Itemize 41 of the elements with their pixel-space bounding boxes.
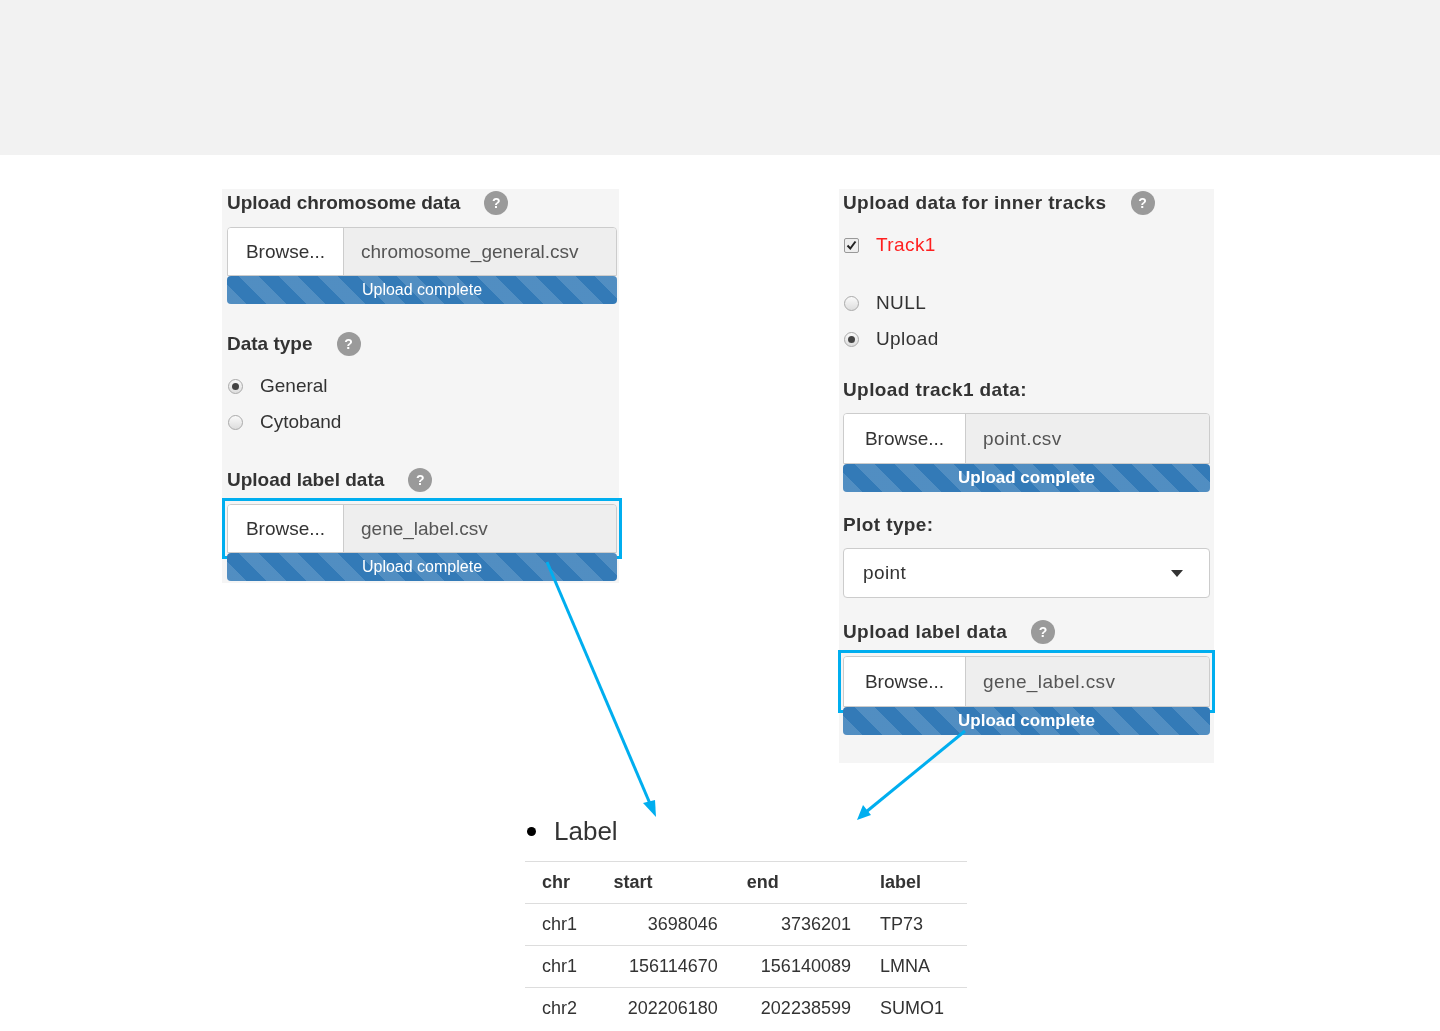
- column-header: label: [862, 861, 967, 904]
- column-header: start: [596, 861, 730, 904]
- table-cell: 3736201: [729, 903, 863, 946]
- radio-button[interactable]: [228, 414, 243, 430]
- option-label[interactable]: NULL: [876, 292, 927, 314]
- section-title: Upload label data: [227, 469, 385, 491]
- progress-fill: Upload complete: [227, 276, 617, 304]
- section-title: Upload data for inner tracks: [843, 192, 1107, 214]
- progress-fill: Upload complete: [843, 707, 1210, 735]
- column-header: chr: [525, 861, 597, 904]
- section-title: Upload chromosome data: [227, 192, 461, 214]
- radio-button[interactable]: [228, 378, 243, 394]
- option-label[interactable]: Upload: [876, 328, 939, 350]
- list-title: Label: [554, 816, 618, 847]
- table-cell: 156114670: [596, 945, 730, 988]
- radio-button[interactable]: [844, 331, 859, 347]
- section-title: Upload label data: [843, 621, 1008, 643]
- plot-type-select[interactable]: point: [843, 548, 1210, 598]
- table-cell: 156140089: [729, 945, 863, 988]
- progress-fill: Upload complete: [843, 464, 1210, 492]
- table-cell: 202206180: [596, 987, 730, 1030]
- option-label[interactable]: Track1: [876, 234, 936, 256]
- checkbox[interactable]: [844, 237, 859, 253]
- radio-button[interactable]: [844, 295, 859, 311]
- caret-icon: [1171, 569, 1183, 577]
- table-cell: 202238599: [729, 987, 863, 1030]
- section-title: Plot type:: [843, 514, 934, 536]
- table-cell: LMNA: [862, 945, 967, 988]
- option-label[interactable]: General: [260, 375, 328, 397]
- table-cell: chr2: [525, 987, 597, 1030]
- table-cell: TP73: [862, 903, 967, 946]
- table-cell: chr1: [525, 945, 597, 988]
- section-title: Data type: [227, 333, 313, 355]
- table-cell: chr1: [525, 903, 597, 946]
- table-cell: SUMO1: [862, 987, 967, 1030]
- section-title: Upload track1 data:: [843, 379, 1027, 401]
- column-header: end: [729, 861, 863, 904]
- bullet-icon: [527, 827, 536, 836]
- progress-fill: Upload complete: [227, 553, 617, 581]
- option-label[interactable]: Cytoband: [260, 411, 342, 433]
- table-cell: 3698046: [596, 903, 730, 946]
